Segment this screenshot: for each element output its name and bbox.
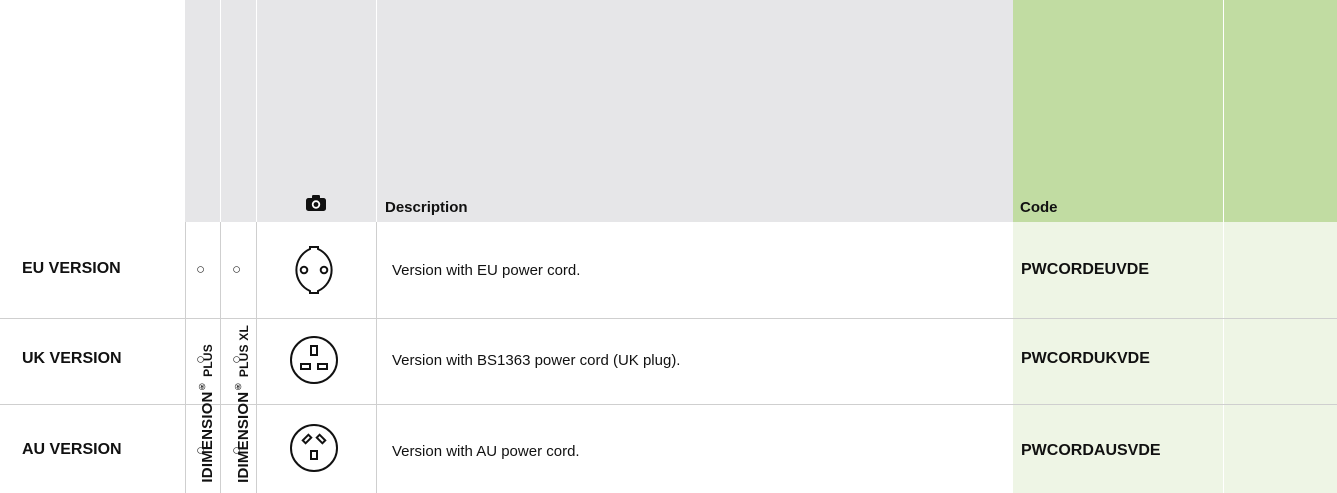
header-code-band — [1013, 0, 1337, 222]
row-divider — [0, 318, 1337, 319]
camera-icon — [306, 195, 326, 211]
availability-mark: ○ — [196, 351, 206, 368]
body-divider — [256, 222, 257, 493]
availability-mark: ○ — [232, 351, 242, 368]
row-label-uk: UK VERSION — [22, 350, 122, 367]
header-divider — [256, 0, 257, 222]
body-divider — [185, 222, 186, 493]
body-divider — [376, 222, 377, 493]
product-code: PWCORDUKVDE — [1021, 350, 1150, 367]
description-text: Version with BS1363 power cord (UK plug)… — [392, 352, 681, 369]
header-blank-cell — [0, 0, 170, 222]
row-label-eu: EU VERSION — [22, 260, 121, 277]
options-table: IDIMENSION® PLUS IDIMENSION® PLUS XL Des… — [0, 0, 1337, 493]
header-grey-band — [185, 0, 1013, 222]
column-header-plus-xl: IDIMENSION® PLUS XL — [233, 325, 252, 483]
header-divider — [220, 0, 221, 222]
product-code: PWCORDAUSVDE — [1021, 442, 1161, 459]
extra-column-bg — [1224, 222, 1337, 493]
description-text: Version with AU power cord. — [392, 443, 580, 460]
availability-mark: ○ — [232, 261, 242, 278]
product-code: PWCORDEUVDE — [1021, 261, 1150, 278]
availability-mark: ○ — [196, 261, 206, 278]
header-divider — [1223, 0, 1224, 222]
uk-plug-icon — [290, 336, 338, 384]
row-label-au: AU VERSION — [22, 441, 122, 458]
body-divider — [220, 222, 221, 493]
body-divider — [1223, 222, 1224, 493]
eu-plug-icon — [295, 246, 333, 294]
au-plug-icon — [290, 424, 338, 472]
header-divider — [376, 0, 377, 222]
availability-mark: ○ — [232, 442, 242, 459]
description-text: Version with EU power cord. — [392, 262, 581, 279]
availability-mark: ○ — [196, 442, 206, 459]
